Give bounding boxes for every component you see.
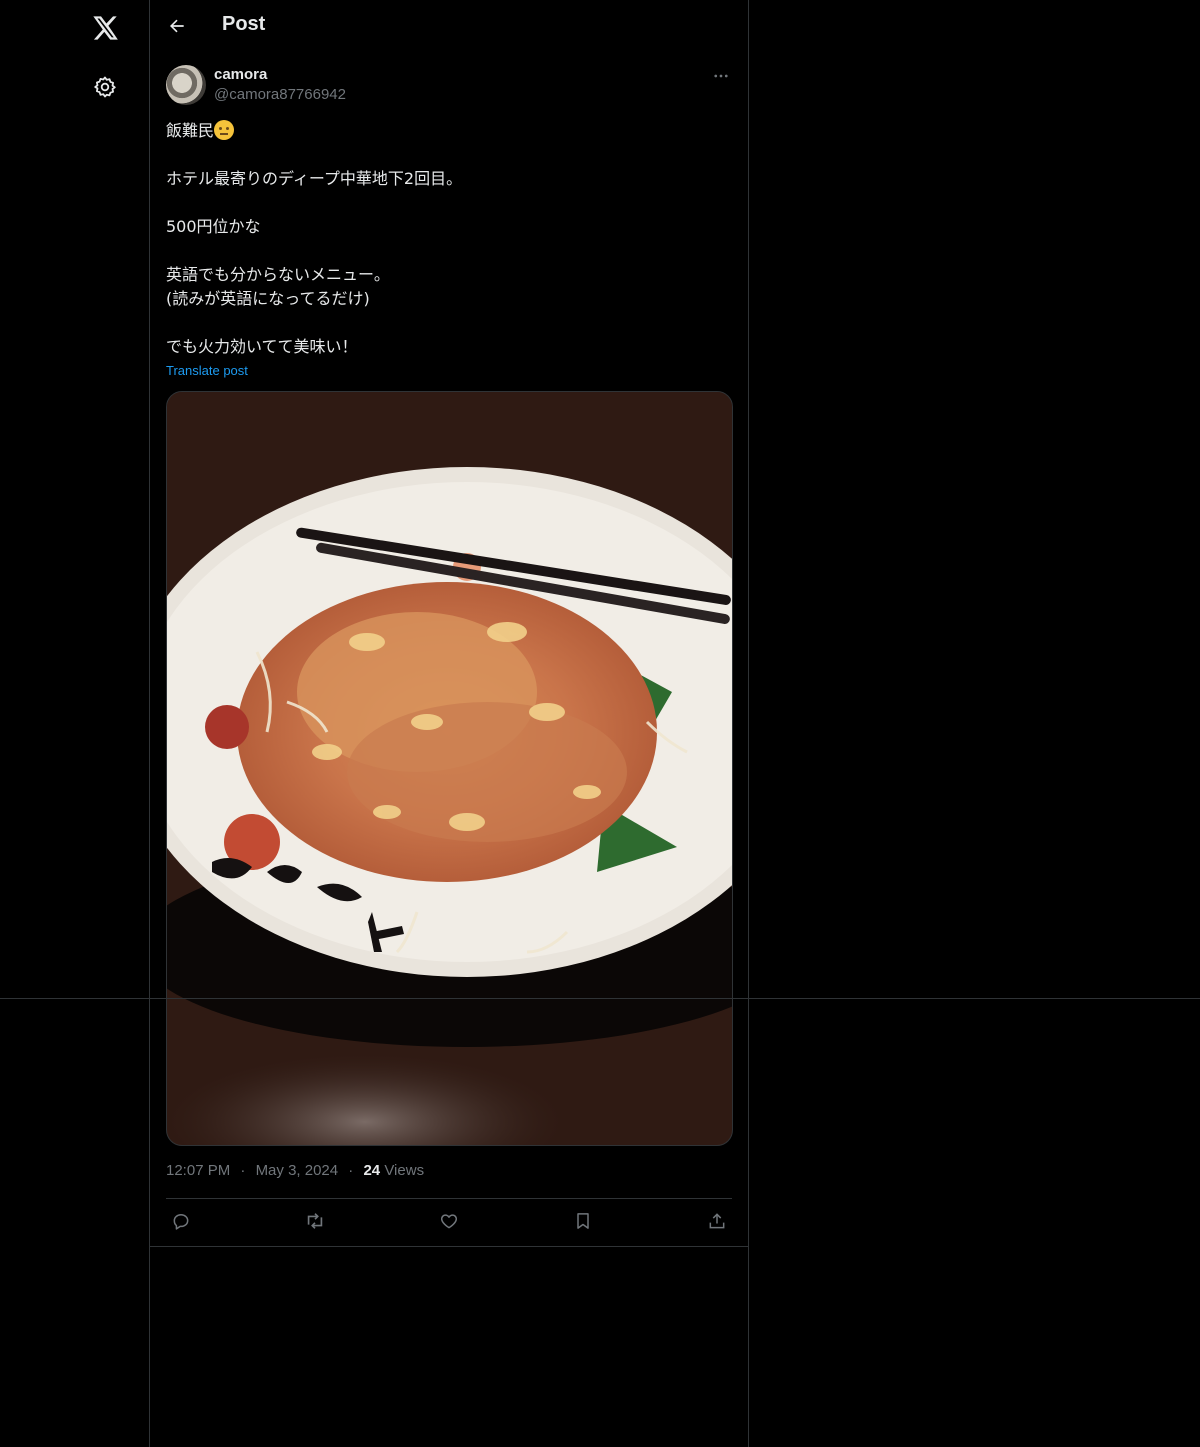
more-options-button[interactable] [710, 65, 732, 87]
post-detail-column: Post camora @camora87766942 飯難民 ホテル最寄りのデ… [149, 0, 749, 1447]
reply-icon [173, 1214, 189, 1230]
post-line [166, 239, 732, 263]
post-line: 英語でも分からないメニュー。 [166, 265, 390, 284]
translate-post-link[interactable]: Translate post [166, 363, 248, 378]
reply-button[interactable] [170, 1210, 192, 1232]
face-with-rolling-eyes-icon [214, 120, 235, 140]
post-line: 飯難民 [166, 119, 732, 143]
post-metadata: 12:07 PM · May 3, 2024 · 24 Views [166, 1162, 424, 1179]
share-icon [709, 1213, 725, 1229]
post-header: Post [149, 0, 748, 54]
post-photo[interactable] [166, 391, 733, 1146]
bookmark-icon [577, 1213, 589, 1229]
post-line [166, 143, 732, 167]
views-count: 24 [363, 1162, 381, 1179]
post-line: (読みが英語になってるだけ) [166, 289, 370, 308]
bookmark-button[interactable] [572, 1210, 594, 1232]
horizontal-separator-line [0, 998, 1200, 999]
heart-icon [440, 1214, 458, 1229]
repost-button[interactable] [304, 1210, 326, 1232]
post-date[interactable]: May 3, 2024 [256, 1162, 339, 1179]
author-handle[interactable]: @camora87766942 [214, 86, 346, 103]
post-line: ホテル最寄りのディープ中華地下2回目。 [166, 169, 463, 188]
left-navigation-rail [0, 0, 150, 1447]
post-time[interactable]: 12:07 PM [166, 1162, 230, 1179]
settings-gear-icon[interactable] [80, 62, 130, 112]
food-photo-illustration [167, 392, 732, 1145]
author-name[interactable]: camora [214, 66, 267, 83]
meta-separator: · [240, 1162, 246, 1179]
arrow-left-icon [170, 19, 184, 33]
views-label: Views [384, 1162, 425, 1179]
repost-icon [307, 1213, 323, 1229]
avatar[interactable] [166, 65, 206, 105]
ellipsis-icon [714, 74, 728, 78]
divider [149, 1246, 748, 1247]
post-line [166, 191, 732, 215]
x-logo-icon[interactable] [80, 3, 130, 53]
action-bar [166, 1199, 732, 1245]
back-button[interactable] [159, 8, 195, 44]
like-button[interactable] [438, 1210, 460, 1232]
page-title: Post [222, 13, 266, 35]
meta-separator: · [348, 1162, 354, 1179]
post-line: 500円位かな [166, 217, 261, 236]
post-line [166, 311, 732, 335]
author-row: camora @camora87766942 [166, 65, 732, 109]
post-text: 飯難民 ホテル最寄りのディープ中華地下2回目。 500円位かな 英語でも分からな… [166, 119, 732, 359]
share-button[interactable] [706, 1210, 728, 1232]
post-line: でも火力効いてて美味い！ [166, 337, 358, 356]
